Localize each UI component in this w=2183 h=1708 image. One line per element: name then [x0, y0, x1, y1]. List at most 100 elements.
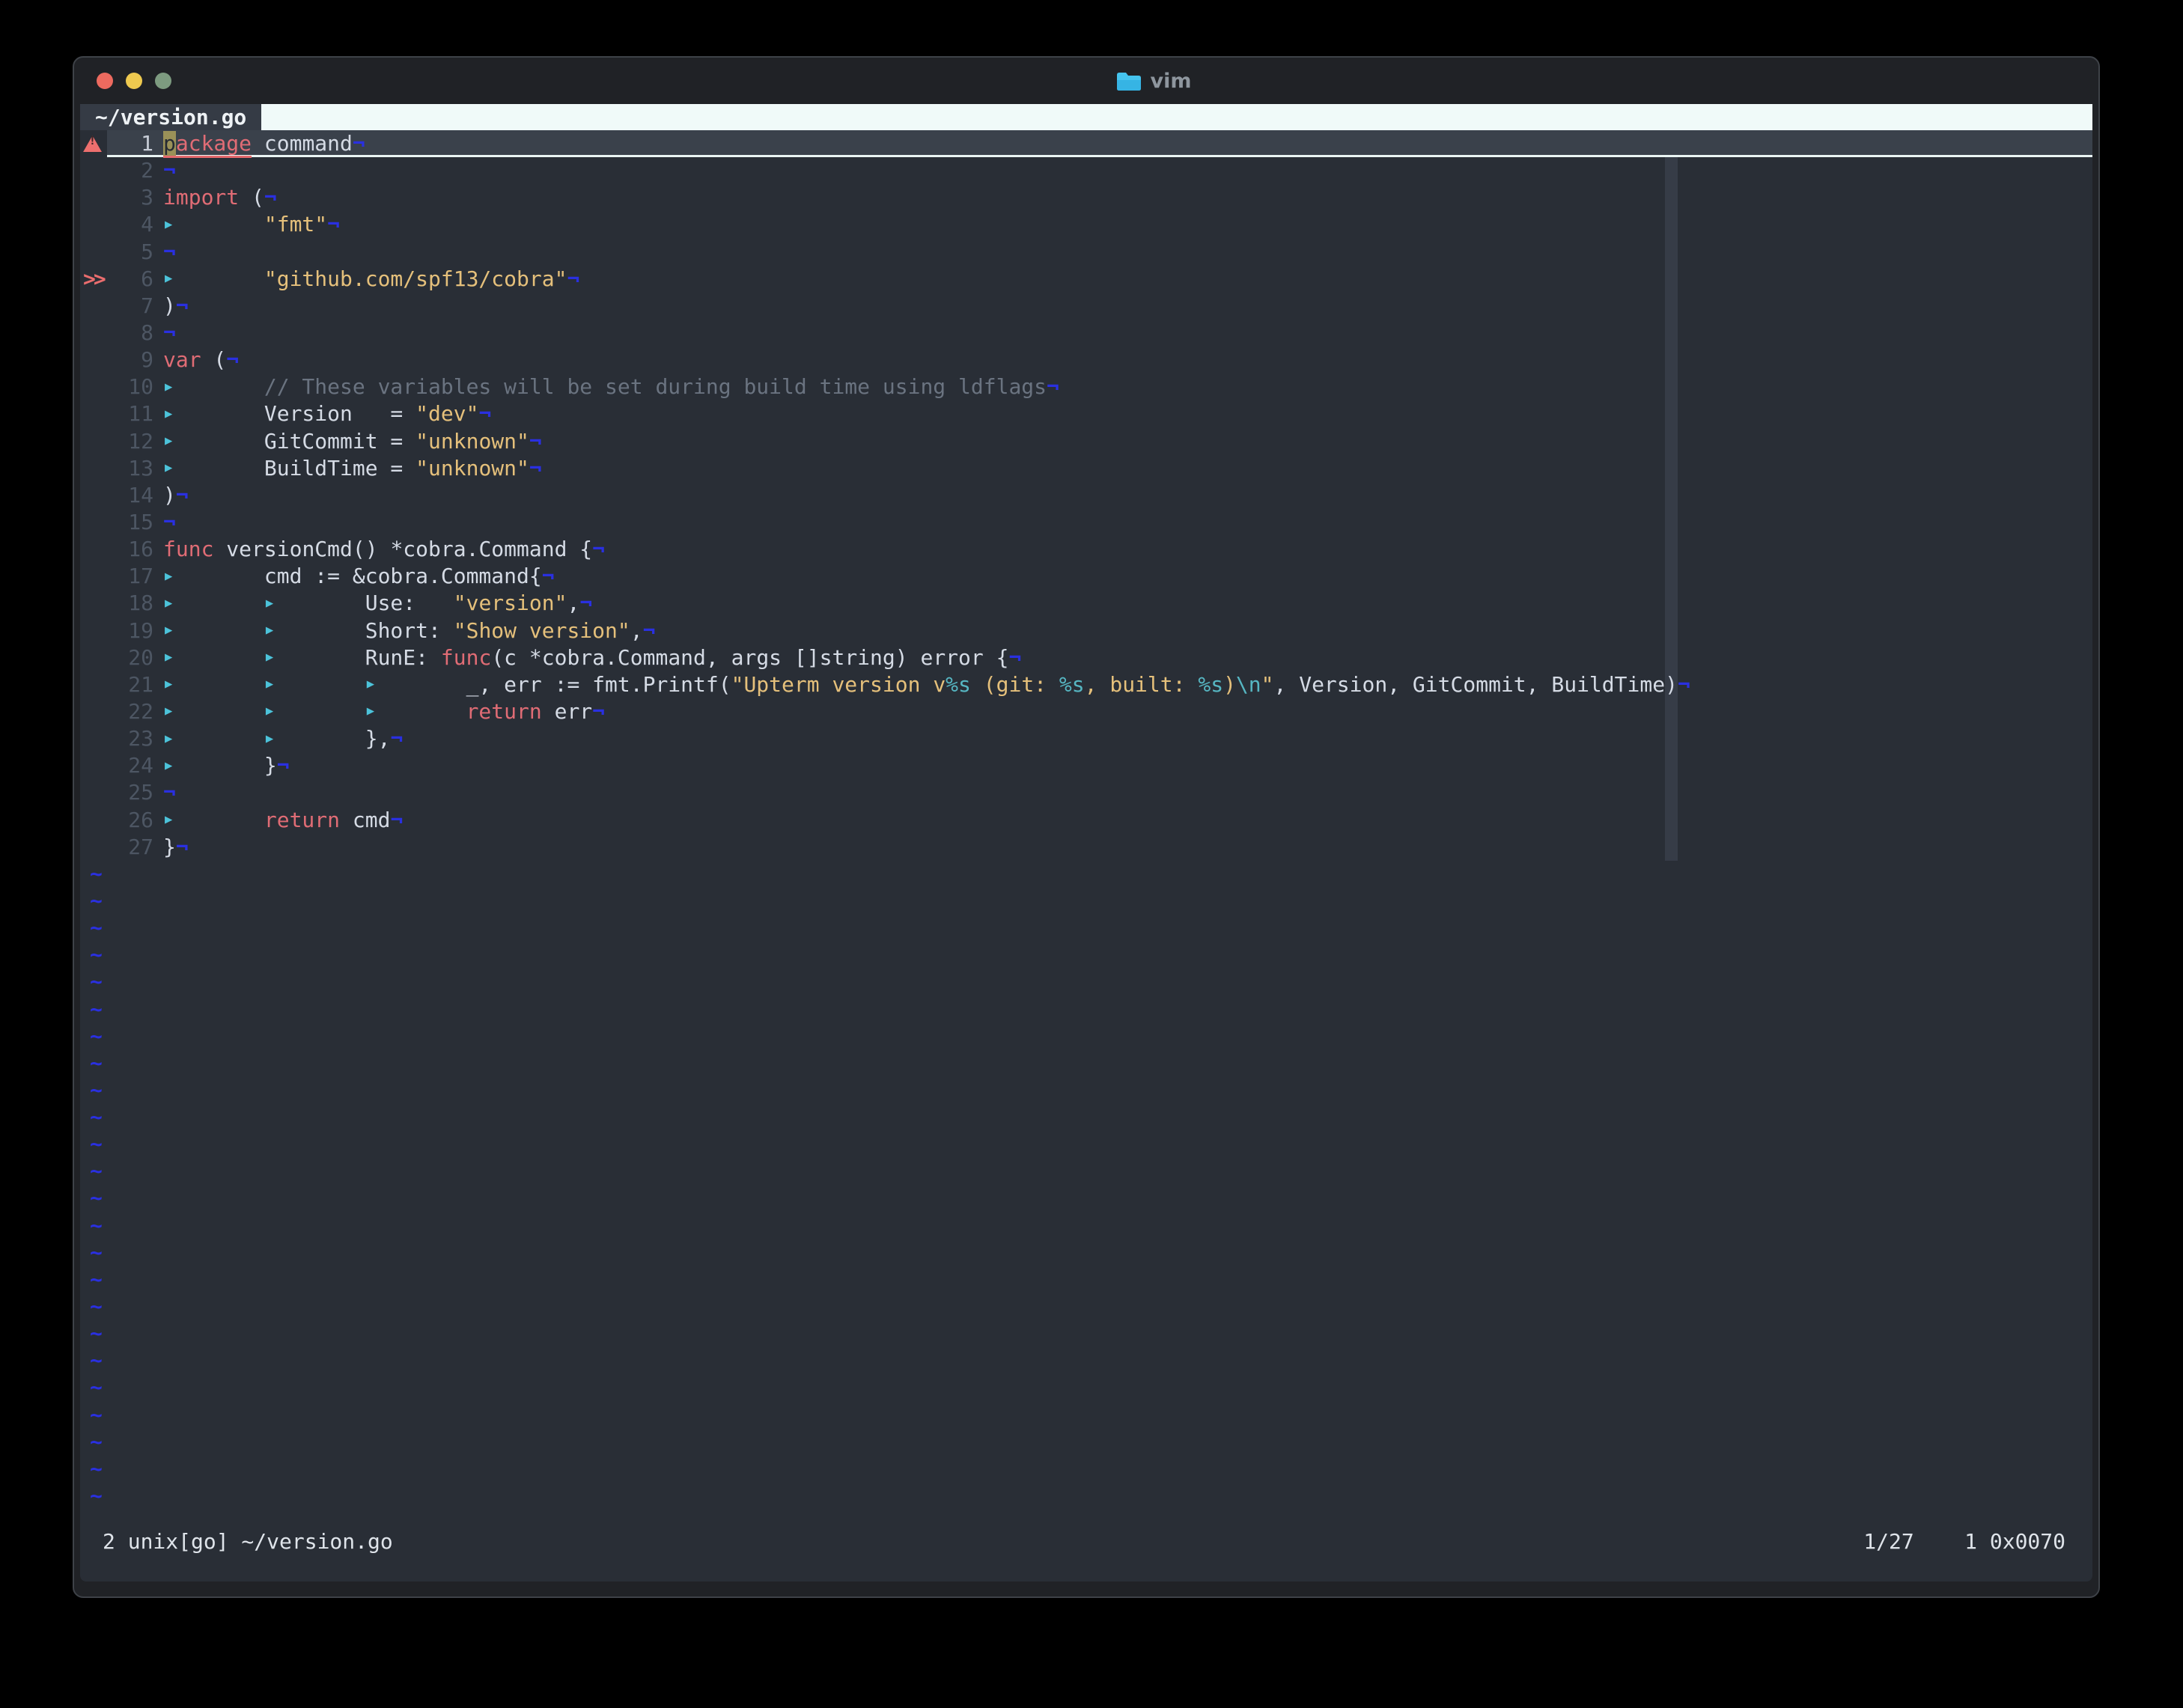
empty-buffer-line: ~	[80, 969, 2092, 995]
tilde-marker: ~	[90, 1239, 103, 1265]
code-line[interactable]: 12 GitCommit = "unknown"¬	[80, 428, 2092, 455]
traffic-lights	[74, 73, 171, 89]
code-line[interactable]: 4 "fmt"¬	[80, 211, 2092, 238]
code-line[interactable]: ! 1 package command¬	[80, 130, 2092, 158]
line-number: 6	[141, 266, 153, 291]
line-number: 13	[128, 455, 153, 481]
empty-buffer-line: ~	[80, 1185, 2092, 1212]
line-content: )¬	[163, 482, 189, 507]
line-content: "github.com/spf13/cobra"¬	[153, 266, 2092, 293]
line-number: 3	[141, 185, 153, 210]
command-line[interactable]	[80, 1555, 2092, 1582]
title-bar[interactable]: vim	[74, 58, 2098, 104]
eol-marker: ¬	[390, 807, 404, 832]
line-number: 22	[128, 698, 153, 724]
tab-marker-icon	[163, 618, 264, 643]
empty-buffer-line: ~	[80, 888, 2092, 915]
tab-marker-icon	[163, 672, 264, 697]
tilde-marker: ~	[90, 1213, 103, 1238]
status-bar: 2 unix[go] ~/version.go 1/27 1 0x0070	[80, 1528, 2092, 1555]
line-content: ¬	[153, 779, 2092, 806]
minimize-button[interactable]	[126, 73, 142, 89]
sign-column	[80, 536, 107, 563]
empty-buffer-line: ~	[80, 996, 2092, 1023]
tab-marker-icon	[163, 699, 264, 724]
code-line[interactable]: 18 Use: "version",¬	[80, 590, 2092, 617]
code-line[interactable]: 8 ¬	[80, 320, 2092, 347]
code-line[interactable]: 14)¬	[80, 482, 2092, 509]
eol-marker: ¬	[1047, 374, 1059, 400]
code-line[interactable]: 5 ¬	[80, 239, 2092, 266]
tilde-marker: ~	[90, 915, 103, 941]
line-number: 8	[141, 320, 153, 345]
empty-buffer-line: ~	[80, 1483, 2092, 1510]
tab-marker-icon	[163, 456, 264, 481]
empty-buffer-line: ~	[80, 1131, 2092, 1158]
tab-marker-icon	[365, 699, 466, 724]
empty-buffer-line: ~	[80, 1347, 2092, 1374]
eol-marker: ¬	[390, 726, 404, 751]
sign-column	[80, 590, 107, 617]
code-line[interactable]: 21 _, err := fmt.Printf("Upterm version …	[80, 671, 2092, 698]
code-line[interactable]: 17 cmd := &cobra.Command{¬	[80, 563, 2092, 590]
code-line[interactable]: 22 return err¬	[80, 698, 2092, 725]
tab-marker-icon	[264, 672, 365, 697]
line-number: 21	[128, 671, 153, 697]
code-line[interactable]: 20 RunE: func(c *cobra.Command, args []s…	[80, 644, 2092, 671]
code-line[interactable]: 25 ¬	[80, 779, 2092, 806]
sign-column	[80, 157, 107, 184]
eol-marker: ¬	[529, 455, 542, 481]
line-content: ¬	[153, 320, 2092, 347]
tab-marker-icon	[264, 726, 365, 751]
sign-column	[80, 807, 107, 834]
line-number: 2	[141, 158, 153, 183]
code-line[interactable]: 3 import (¬	[80, 184, 2092, 211]
tab-version-go[interactable]: ~/version.go	[80, 104, 262, 130]
code-line[interactable]: 13 BuildTime = "unknown"¬	[80, 455, 2092, 482]
tab-marker-icon	[163, 429, 264, 454]
empty-buffer-line: ~	[80, 1374, 2092, 1401]
code-line[interactable]: 9 var (¬	[80, 347, 2092, 373]
line-content: package command¬	[153, 130, 2092, 158]
code-line[interactable]: 2 ¬	[80, 157, 2092, 184]
tilde-marker: ~	[90, 942, 103, 968]
empty-buffer-line: ~	[80, 915, 2092, 942]
code-line[interactable]: >> 6 "github.com/spf13/cobra"¬	[80, 266, 2092, 293]
code-line[interactable]: 19 Short: "Show version",¬	[80, 617, 2092, 644]
editor-area[interactable]: !1package command¬2¬3import (¬4 "fmt"¬5¬…	[80, 130, 2092, 1528]
line-number: 18	[128, 591, 153, 616]
line-content: )¬	[163, 293, 189, 318]
eol-marker: ¬	[163, 509, 176, 534]
line-content: "fmt"¬	[153, 211, 2092, 238]
line-number: 17	[128, 564, 153, 589]
eol-marker: ¬	[1677, 671, 1690, 697]
tab-bar: ~/version.go	[80, 104, 2092, 130]
code-line[interactable]: 10 // These variables will be set during…	[80, 373, 2092, 400]
code-line[interactable]: 16 func versionCmd() *cobra.Command {¬	[80, 536, 2092, 563]
code-line[interactable]: 11 Version = "dev"¬	[80, 400, 2092, 427]
tilde-marker: ~	[90, 1456, 103, 1481]
warning-sign-icon: !	[83, 133, 102, 153]
sign-column	[80, 563, 107, 590]
code-line[interactable]: 27}¬	[80, 834, 2092, 861]
line-content: RunE: func(c *cobra.Command, args []stri…	[153, 644, 2092, 671]
line-content: ¬	[153, 157, 2092, 184]
code-line[interactable]: 23 },¬	[80, 725, 2092, 752]
line-content: GitCommit = "unknown"¬	[153, 428, 2092, 455]
code-line[interactable]: 26 return cmd¬	[80, 807, 2092, 834]
code-line[interactable]: 7)¬	[80, 293, 2092, 320]
close-button[interactable]	[97, 73, 113, 89]
line-content: BuildTime = "unknown"¬	[153, 455, 2092, 482]
code-line[interactable]: 15 ¬	[80, 509, 2092, 536]
line-content: return err¬	[153, 698, 2092, 725]
code-line[interactable]: 24 }¬	[80, 752, 2092, 779]
line-number: 26	[128, 807, 153, 832]
zoom-button[interactable]	[155, 73, 171, 89]
tilde-marker: ~	[90, 1105, 103, 1130]
tab-marker-icon	[163, 591, 264, 615]
eol-marker: ¬	[163, 239, 176, 264]
empty-buffer-line: ~	[80, 1023, 2092, 1050]
line-number: 20	[128, 644, 153, 670]
empty-buffer-line: ~	[80, 1239, 2092, 1266]
tilde-marker: ~	[90, 1321, 103, 1346]
